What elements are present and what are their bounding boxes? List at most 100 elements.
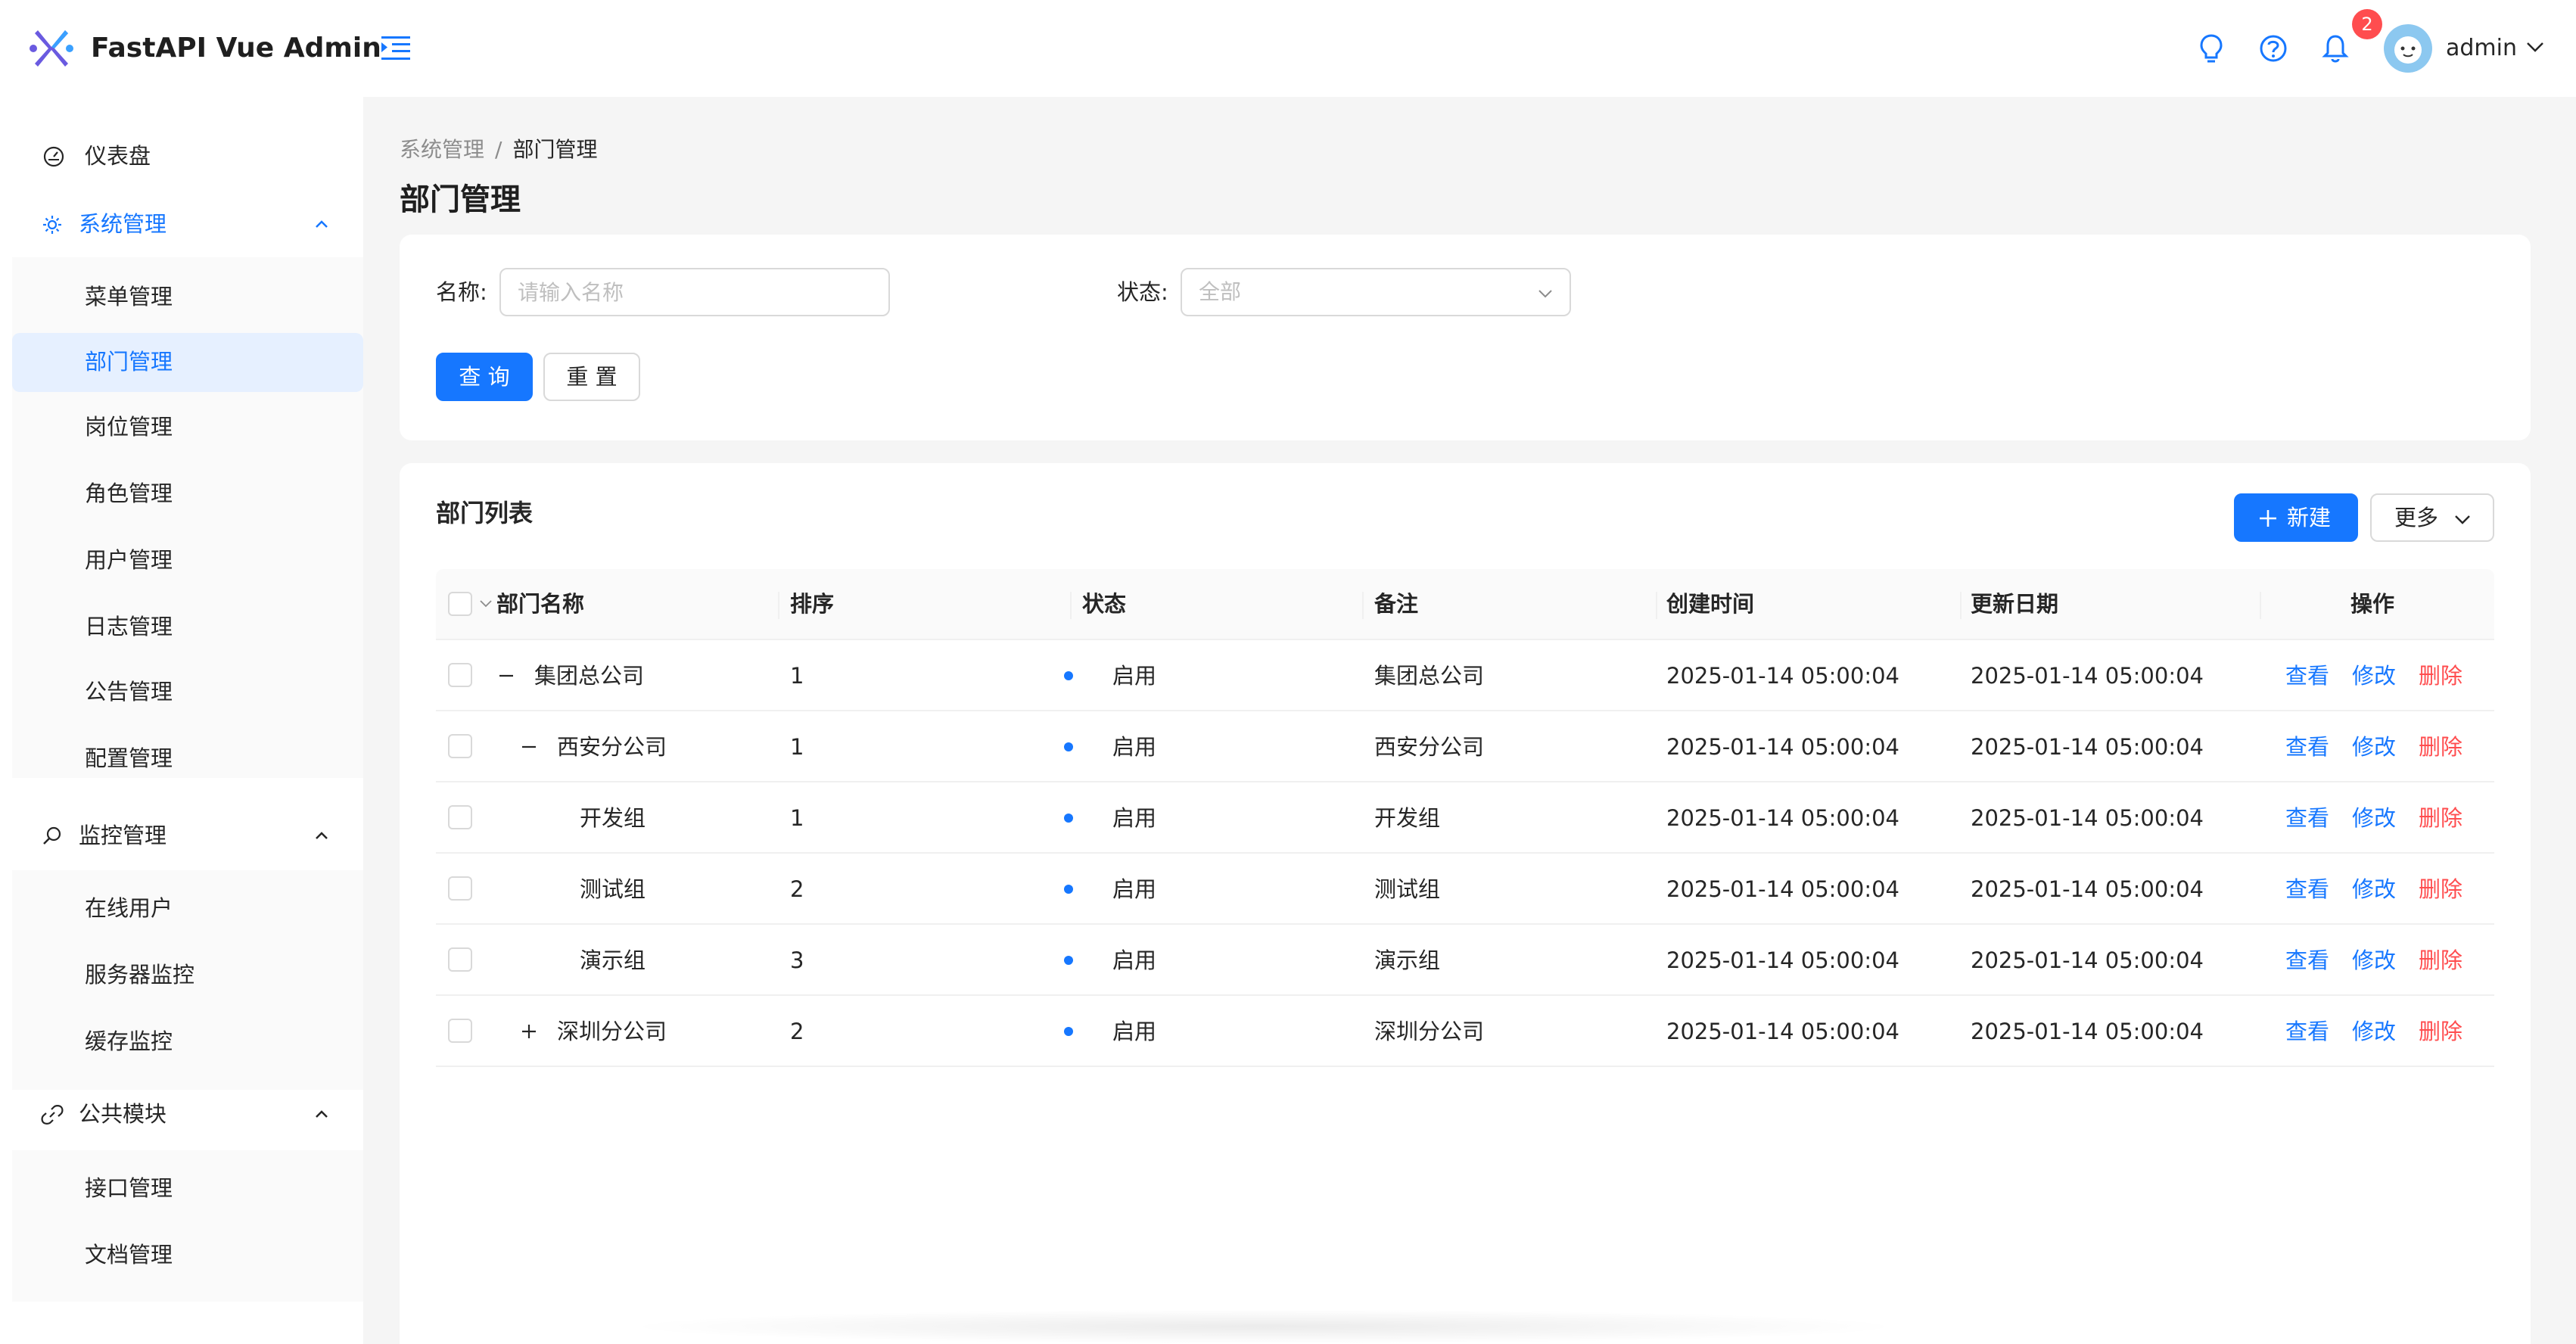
top-header: FastAPI Vue Admin 2 admin [0, 0, 2576, 97]
select-all-checkbox[interactable] [448, 592, 472, 616]
sidebar-group-monitor[interactable]: 监控管理 [12, 807, 363, 864]
chevron-down-icon[interactable] [2525, 36, 2546, 58]
sidebar-item-label: 文档管理 [85, 1242, 173, 1268]
lightbulb-icon[interactable] [2195, 32, 2228, 65]
delete-link[interactable]: 删除 [2419, 1016, 2462, 1047]
sidebar-item-dashboard[interactable]: 仪表盘 [12, 127, 363, 185]
avatar[interactable] [2384, 24, 2432, 73]
sidebar-item-config[interactable]: 配置管理 [12, 730, 363, 789]
monitor-submenu: 在线用户 服务器监控 缓存监控 [12, 870, 363, 1090]
sidebar-item-label: 日志管理 [85, 614, 173, 639]
row-checkbox[interactable] [448, 876, 472, 901]
query-button[interactable]: 查 询 [436, 353, 533, 401]
sidebar-item-label: 配置管理 [85, 745, 173, 771]
column-header-remark: 备注 [1374, 591, 1419, 617]
chevron-down-icon [2455, 515, 2470, 524]
sidebar-item-notice[interactable]: 公告管理 [12, 663, 363, 722]
sidebar-item-cache-monitor[interactable]: 缓存监控 [12, 1013, 363, 1072]
row-checkbox[interactable] [448, 947, 472, 972]
page-title: 部门管理 [400, 182, 521, 217]
sidebar-item-post[interactable]: 岗位管理 [12, 398, 363, 457]
sidebar-item-label: 服务器监控 [85, 962, 195, 988]
sidebar-item-role[interactable]: 角色管理 [12, 465, 363, 524]
cell-updated: 2025-01-14 05:00:04 [1971, 805, 2204, 831]
cell-sort: 1 [790, 805, 804, 831]
collapse-row-icon[interactable] [496, 666, 516, 686]
new-button[interactable]: 新建 [2234, 493, 2358, 542]
sidebar-group-public[interactable]: 公共模块 [12, 1085, 363, 1143]
row-checkbox[interactable] [448, 663, 472, 687]
status-dot [1064, 742, 1073, 751]
delete-link[interactable]: 删除 [2419, 732, 2462, 762]
sidebar-group-system[interactable]: 系统管理 [12, 195, 363, 253]
cell-updated: 2025-01-14 05:00:04 [1971, 734, 2204, 760]
name-input[interactable] [499, 268, 890, 316]
sidebar-item-online-user[interactable]: 在线用户 [12, 879, 363, 938]
expand-all-chevron-icon[interactable] [478, 596, 493, 611]
delete-link[interactable]: 删除 [2419, 945, 2462, 975]
cell-status: 启用 [1112, 876, 1157, 902]
menu-collapse-icon[interactable] [378, 32, 413, 65]
app-logo-icon [30, 30, 73, 67]
view-link[interactable]: 查看 [2285, 874, 2329, 904]
edit-link[interactable]: 修改 [2352, 945, 2396, 975]
sidebar-item-log[interactable]: 日志管理 [12, 598, 363, 657]
collapse-row-icon[interactable] [519, 737, 539, 757]
sidebar-item-docs[interactable]: 文档管理 [12, 1226, 363, 1285]
cell-updated: 2025-01-14 05:00:04 [1971, 663, 2204, 689]
status-dot [1064, 1027, 1073, 1036]
delete-link[interactable]: 删除 [2419, 661, 2462, 691]
chevron-down-icon [1538, 290, 1552, 298]
view-link[interactable]: 查看 [2285, 945, 2329, 975]
sidebar-item-department[interactable]: 部门管理 [12, 333, 363, 392]
help-icon[interactable] [2257, 32, 2290, 65]
sidebar-item-server-monitor[interactable]: 服务器监控 [12, 946, 363, 1005]
delete-link[interactable]: 删除 [2419, 803, 2462, 833]
breadcrumb-parent[interactable]: 系统管理 [400, 137, 484, 162]
expand-row-icon[interactable] [519, 1022, 539, 1041]
edit-link[interactable]: 修改 [2352, 1016, 2396, 1047]
more-button-label: 更多 [2394, 505, 2439, 530]
cell-name: 西安分公司 [557, 734, 667, 760]
cell-status: 启用 [1112, 805, 1157, 831]
sidebar-item-api[interactable]: 接口管理 [12, 1159, 363, 1218]
chevron-up-icon [316, 220, 328, 228]
chevron-up-icon [316, 832, 328, 839]
edit-link[interactable]: 修改 [2352, 732, 2396, 762]
sidebar-item-label: 用户管理 [85, 547, 173, 573]
column-header-created: 创建时间 [1666, 591, 1755, 617]
sidebar-item-label: 公告管理 [85, 679, 173, 705]
edit-link[interactable]: 修改 [2352, 874, 2396, 904]
row-checkbox[interactable] [448, 805, 472, 829]
more-button[interactable]: 更多 [2370, 493, 2494, 542]
notification-badge: 2 [2352, 9, 2382, 39]
row-checkbox[interactable] [448, 1019, 472, 1043]
delete-link[interactable]: 删除 [2419, 874, 2462, 904]
row-checkbox[interactable] [448, 734, 472, 758]
monitor-search-icon [43, 826, 61, 845]
column-header-sort: 排序 [790, 591, 835, 617]
edit-link[interactable]: 修改 [2352, 803, 2396, 833]
bell-icon[interactable] [2319, 32, 2352, 65]
status-dot [1064, 671, 1073, 680]
edit-link[interactable]: 修改 [2352, 661, 2396, 691]
sidebar-item-user[interactable]: 用户管理 [12, 531, 363, 590]
view-link[interactable]: 查看 [2285, 803, 2329, 833]
sidebar-item-menu[interactable]: 菜单管理 [12, 268, 363, 327]
cell-sort: 2 [790, 876, 804, 902]
view-link[interactable]: 查看 [2285, 1016, 2329, 1047]
column-divider [1070, 592, 1072, 619]
status-dot [1064, 956, 1073, 965]
gear-icon [43, 216, 61, 234]
new-button-label: 新建 [2287, 505, 2332, 530]
view-link[interactable]: 查看 [2285, 661, 2329, 691]
column-divider [778, 592, 779, 619]
cell-sort: 2 [790, 1019, 804, 1044]
status-select[interactable]: 全部 [1181, 268, 1571, 316]
view-link[interactable]: 查看 [2285, 732, 2329, 762]
cell-updated: 2025-01-14 05:00:04 [1971, 1019, 2204, 1044]
reset-button[interactable]: 重 置 [543, 353, 640, 401]
table-row: 集团总公司 1 启用 集团总公司 2025-01-14 05:00:04 202… [436, 640, 2494, 711]
user-name[interactable]: admin [2446, 33, 2517, 64]
cell-created: 2025-01-14 05:00:04 [1666, 876, 1899, 902]
